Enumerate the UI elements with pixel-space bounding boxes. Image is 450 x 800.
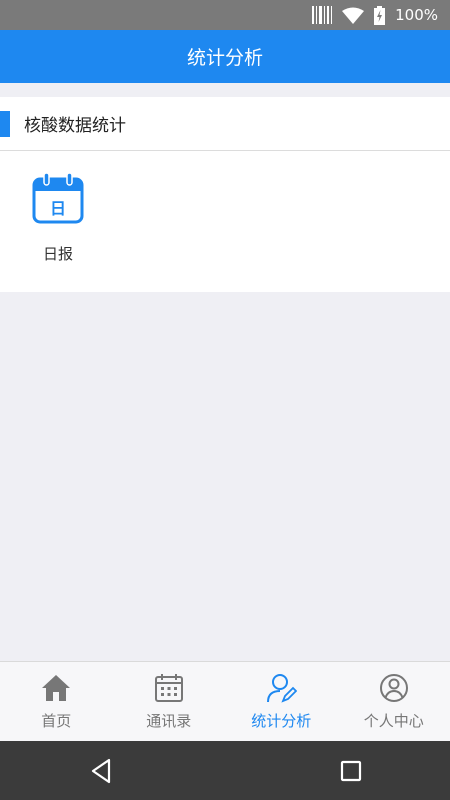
tab-home-label: 首页 <box>41 712 72 730</box>
system-nav-bar <box>0 741 450 800</box>
section-grid: 日 日报 <box>0 151 450 291</box>
tab-bar: 首页 通讯录 统计分析 个人中心 <box>0 661 450 741</box>
calendar-day-icon: 日 <box>32 172 84 224</box>
tab-contacts[interactable]: 通讯录 <box>113 662 226 741</box>
tab-statistics[interactable]: 统计分析 <box>225 662 338 741</box>
battery-charging-icon <box>374 5 386 25</box>
section-card: 核酸数据统计 日 日报 <box>0 97 450 292</box>
section-accent-bar <box>0 111 10 137</box>
recents-icon[interactable] <box>335 755 367 787</box>
daily-report-label: 日报 <box>42 245 73 263</box>
battery-percent: 100% <box>395 6 438 24</box>
calendar-day-glyph: 日 <box>50 199 66 218</box>
tab-profile-label: 个人中心 <box>363 712 424 730</box>
tab-contacts-label: 通讯录 <box>146 712 192 730</box>
status-bar: 100% <box>0 0 450 30</box>
tab-profile[interactable]: 个人中心 <box>338 662 450 741</box>
section-title: 核酸数据统计 <box>24 116 126 136</box>
app-header: 统计分析 <box>0 30 450 83</box>
barcode-icon <box>312 6 333 24</box>
wifi-icon <box>342 7 365 24</box>
tab-statistics-label: 统计分析 <box>251 712 312 730</box>
page-title: 统计分析 <box>186 47 263 69</box>
account-circle-icon <box>379 674 408 702</box>
calendar-icon <box>154 674 183 702</box>
home-icon <box>42 675 71 701</box>
back-icon[interactable] <box>85 755 117 787</box>
user-edit-icon <box>267 674 298 703</box>
daily-report-button[interactable]: 日 日报 <box>20 171 96 271</box>
tab-home[interactable]: 首页 <box>0 662 113 741</box>
section-header: 核酸数据统计 <box>0 97 450 151</box>
